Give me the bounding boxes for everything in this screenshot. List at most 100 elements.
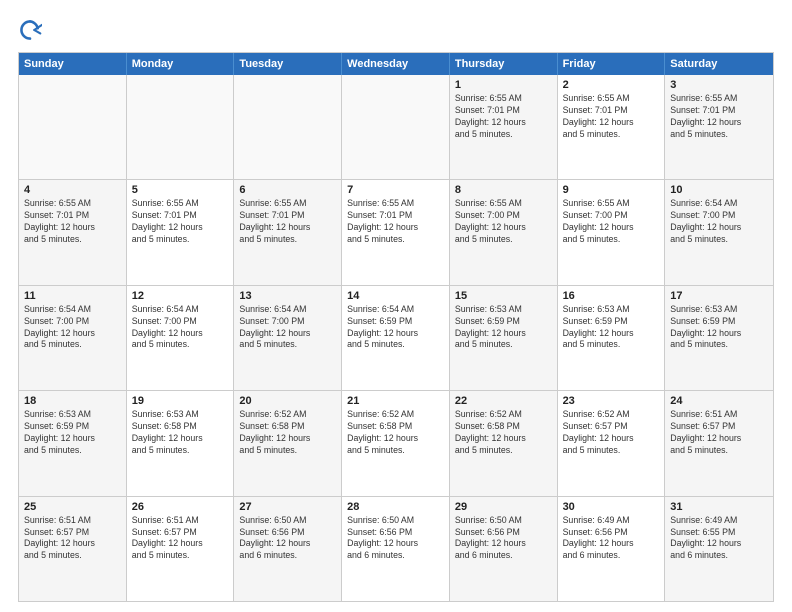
day-info: Sunrise: 6:51 AM Sunset: 6:57 PM Dayligh…	[132, 515, 229, 563]
day-number: 20	[239, 395, 336, 407]
day-info: Sunrise: 6:54 AM Sunset: 7:00 PM Dayligh…	[670, 198, 768, 246]
day-info: Sunrise: 6:54 AM Sunset: 6:59 PM Dayligh…	[347, 304, 444, 352]
day-header-monday: Monday	[127, 53, 235, 75]
week-row-2: 4Sunrise: 6:55 AM Sunset: 7:01 PM Daylig…	[19, 180, 773, 285]
day-cell-15: 15 Sunrise: 6:53 AM Sunset: 6:59 PM Dayli…	[450, 286, 558, 390]
empty-cell	[127, 75, 235, 179]
day-header-saturday: Saturday	[665, 53, 773, 75]
day-number: 3	[670, 79, 768, 91]
day-info: Sunrise: 6:54 AM Sunset: 7:00 PM Dayligh…	[24, 304, 121, 352]
calendar-body: 1 Sunrise: 6:55 AM Sunset: 7:01 PM Daylig…	[19, 75, 773, 601]
day-cell-23: 23Sunrise: 6:52 AM Sunset: 6:57 PM Dayli…	[558, 391, 666, 495]
day-cell-6: 6 Sunrise: 6:55 AM Sunset: 7:01 PM Daylig…	[234, 180, 342, 284]
day-header-friday: Friday	[558, 53, 666, 75]
week-row-1: 1 Sunrise: 6:55 AM Sunset: 7:01 PM Daylig…	[19, 75, 773, 180]
day-cell-21: 21Sunrise: 6:52 AM Sunset: 6:58 PM Dayli…	[342, 391, 450, 495]
day-number: 2	[563, 79, 660, 91]
day-info: Sunrise: 6:55 AM Sunset: 7:01 PM Dayligh…	[347, 198, 444, 246]
day-info: Sunrise: 6:53 AM Sunset: 6:58 PM Dayligh…	[132, 409, 229, 457]
day-cell-19: 19 Sunrise: 6:53 AM Sunset: 6:58 PM Dayli…	[127, 391, 235, 495]
day-cell-12: 12 Sunrise: 6:54 AM Sunset: 7:00 PM Dayli…	[127, 286, 235, 390]
day-number: 15	[455, 290, 552, 302]
page: SundayMondayTuesdayWednesdayThursdayFrid…	[0, 0, 792, 612]
logo	[18, 18, 46, 42]
day-number: 12	[132, 290, 229, 302]
day-cell-22: 22 Sunrise: 6:52 AM Sunset: 6:58 PM Dayli…	[450, 391, 558, 495]
day-number: 10	[670, 184, 768, 196]
day-info: Sunrise: 6:50 AM Sunset: 6:56 PM Dayligh…	[347, 515, 444, 563]
day-cell-30: 30 Sunrise: 6:49 AM Sunset: 6:56 PM Dayli…	[558, 497, 666, 601]
day-number: 1	[455, 79, 552, 91]
calendar-header: SundayMondayTuesdayWednesdayThursdayFrid…	[19, 53, 773, 75]
day-number: 28	[347, 501, 444, 513]
day-header-sunday: Sunday	[19, 53, 127, 75]
day-number: 27	[239, 501, 336, 513]
day-number: 25	[24, 501, 121, 513]
day-number: 19	[132, 395, 229, 407]
day-cell-24: 24Sunrise: 6:51 AM Sunset: 6:57 PM Dayli…	[665, 391, 773, 495]
day-cell-17: 17 Sunrise: 6:53 AM Sunset: 6:59 PM Dayli…	[665, 286, 773, 390]
day-cell-14: 14Sunrise: 6:54 AM Sunset: 6:59 PM Dayli…	[342, 286, 450, 390]
day-header-wednesday: Wednesday	[342, 53, 450, 75]
empty-cell	[234, 75, 342, 179]
day-info: Sunrise: 6:55 AM Sunset: 7:00 PM Dayligh…	[455, 198, 552, 246]
day-info: Sunrise: 6:53 AM Sunset: 6:59 PM Dayligh…	[24, 409, 121, 457]
day-cell-2: 2 Sunrise: 6:55 AM Sunset: 7:01 PM Daylig…	[558, 75, 666, 179]
day-info: Sunrise: 6:53 AM Sunset: 6:59 PM Dayligh…	[670, 304, 768, 352]
day-info: Sunrise: 6:52 AM Sunset: 6:58 PM Dayligh…	[239, 409, 336, 457]
week-row-4: 18 Sunrise: 6:53 AM Sunset: 6:59 PM Dayli…	[19, 391, 773, 496]
day-number: 8	[455, 184, 552, 196]
day-cell-10: 10 Sunrise: 6:54 AM Sunset: 7:00 PM Dayli…	[665, 180, 773, 284]
day-number: 26	[132, 501, 229, 513]
day-cell-5: 5 Sunrise: 6:55 AM Sunset: 7:01 PM Daylig…	[127, 180, 235, 284]
day-number: 30	[563, 501, 660, 513]
day-info: Sunrise: 6:55 AM Sunset: 7:00 PM Dayligh…	[563, 198, 660, 246]
day-cell-26: 26 Sunrise: 6:51 AM Sunset: 6:57 PM Dayli…	[127, 497, 235, 601]
day-header-tuesday: Tuesday	[234, 53, 342, 75]
day-info: Sunrise: 6:52 AM Sunset: 6:58 PM Dayligh…	[455, 409, 552, 457]
day-info: Sunrise: 6:55 AM Sunset: 7:01 PM Dayligh…	[239, 198, 336, 246]
day-cell-9: 9 Sunrise: 6:55 AM Sunset: 7:00 PM Daylig…	[558, 180, 666, 284]
day-number: 5	[132, 184, 229, 196]
header	[18, 18, 774, 42]
day-info: Sunrise: 6:54 AM Sunset: 7:00 PM Dayligh…	[132, 304, 229, 352]
day-info: Sunrise: 6:53 AM Sunset: 6:59 PM Dayligh…	[455, 304, 552, 352]
empty-cell	[19, 75, 127, 179]
day-cell-27: 27Sunrise: 6:50 AM Sunset: 6:56 PM Dayli…	[234, 497, 342, 601]
day-number: 18	[24, 395, 121, 407]
day-info: Sunrise: 6:55 AM Sunset: 7:01 PM Dayligh…	[563, 93, 660, 141]
day-number: 22	[455, 395, 552, 407]
day-info: Sunrise: 6:54 AM Sunset: 7:00 PM Dayligh…	[239, 304, 336, 352]
day-cell-7: 7 Sunrise: 6:55 AM Sunset: 7:01 PM Daylig…	[342, 180, 450, 284]
day-cell-11: 11 Sunrise: 6:54 AM Sunset: 7:00 PM Dayli…	[19, 286, 127, 390]
day-cell-13: 13Sunrise: 6:54 AM Sunset: 7:00 PM Dayli…	[234, 286, 342, 390]
day-info: Sunrise: 6:49 AM Sunset: 6:55 PM Dayligh…	[670, 515, 768, 563]
day-number: 23	[563, 395, 660, 407]
day-number: 11	[24, 290, 121, 302]
logo-icon	[18, 18, 42, 42]
day-cell-29: 29Sunrise: 6:50 AM Sunset: 6:56 PM Dayli…	[450, 497, 558, 601]
day-info: Sunrise: 6:49 AM Sunset: 6:56 PM Dayligh…	[563, 515, 660, 563]
day-info: Sunrise: 6:55 AM Sunset: 7:01 PM Dayligh…	[132, 198, 229, 246]
day-number: 31	[670, 501, 768, 513]
day-number: 7	[347, 184, 444, 196]
day-cell-25: 25 Sunrise: 6:51 AM Sunset: 6:57 PM Dayli…	[19, 497, 127, 601]
week-row-5: 25 Sunrise: 6:51 AM Sunset: 6:57 PM Dayli…	[19, 497, 773, 601]
day-number: 17	[670, 290, 768, 302]
day-number: 9	[563, 184, 660, 196]
day-info: Sunrise: 6:55 AM Sunset: 7:01 PM Dayligh…	[670, 93, 768, 141]
day-info: Sunrise: 6:52 AM Sunset: 6:58 PM Dayligh…	[347, 409, 444, 457]
calendar: SundayMondayTuesdayWednesdayThursdayFrid…	[18, 52, 774, 602]
day-info: Sunrise: 6:51 AM Sunset: 6:57 PM Dayligh…	[24, 515, 121, 563]
day-cell-4: 4Sunrise: 6:55 AM Sunset: 7:01 PM Daylig…	[19, 180, 127, 284]
day-number: 6	[239, 184, 336, 196]
day-info: Sunrise: 6:55 AM Sunset: 7:01 PM Dayligh…	[455, 93, 552, 141]
day-cell-18: 18 Sunrise: 6:53 AM Sunset: 6:59 PM Dayli…	[19, 391, 127, 495]
day-cell-3: 3 Sunrise: 6:55 AM Sunset: 7:01 PM Daylig…	[665, 75, 773, 179]
day-number: 24	[670, 395, 768, 407]
day-cell-8: 8 Sunrise: 6:55 AM Sunset: 7:00 PM Daylig…	[450, 180, 558, 284]
week-row-3: 11 Sunrise: 6:54 AM Sunset: 7:00 PM Dayli…	[19, 286, 773, 391]
day-header-thursday: Thursday	[450, 53, 558, 75]
day-cell-20: 20 Sunrise: 6:52 AM Sunset: 6:58 PM Dayli…	[234, 391, 342, 495]
day-cell-16: 16Sunrise: 6:53 AM Sunset: 6:59 PM Dayli…	[558, 286, 666, 390]
